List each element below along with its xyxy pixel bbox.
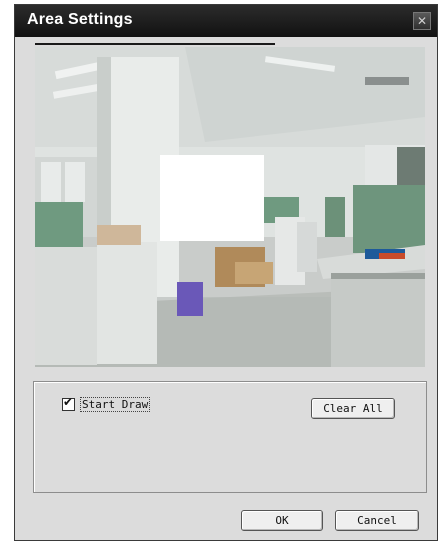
start-draw-checkbox[interactable] (62, 395, 75, 411)
mask-region[interactable] (160, 155, 264, 241)
cancel-button[interactable]: Cancel (335, 510, 419, 531)
title-bar: Area Settings ✕ (15, 5, 437, 37)
dialog-title: Area Settings (27, 11, 133, 28)
ok-button[interactable]: OK (241, 510, 323, 531)
camera-preview[interactable] (35, 47, 425, 367)
start-draw-option[interactable]: Start Draw (62, 395, 151, 412)
preview-top-bar (35, 43, 275, 45)
draw-options-group: Start Draw Clear All (33, 381, 427, 493)
clear-all-button[interactable]: Clear All (311, 398, 395, 419)
office-scene-image (35, 47, 425, 367)
start-draw-label[interactable]: Start Draw (79, 397, 151, 412)
close-button[interactable]: ✕ (413, 12, 431, 30)
area-settings-dialog: Area Settings ✕ ✔ Start Draw Clear All O… (14, 4, 438, 541)
